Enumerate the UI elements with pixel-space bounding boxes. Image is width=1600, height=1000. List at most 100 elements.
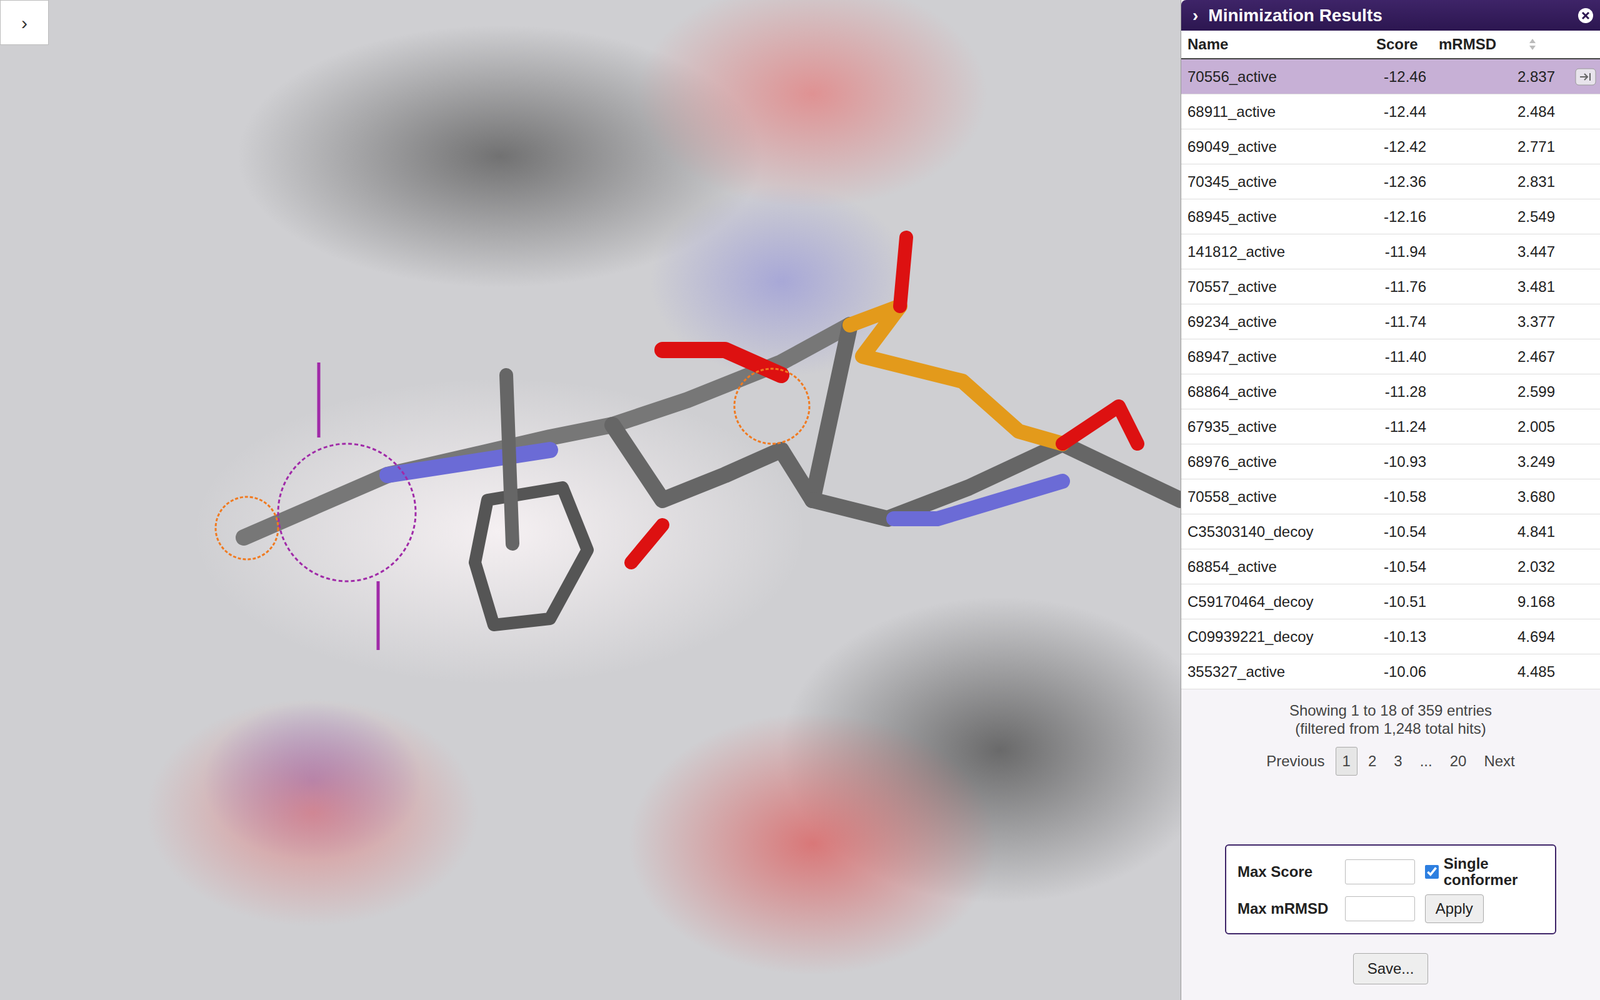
table-row[interactable]: 70556_active-12.462.837 (1181, 59, 1600, 95)
column-header[interactable]: Name (1187, 33, 1333, 56)
name-cell: 68854_active (1187, 555, 1333, 579)
rmsd-cell: 4.485 (1426, 660, 1555, 684)
score-cell: -10.54 (1332, 555, 1427, 579)
column-header[interactable]: mRMSD (1426, 33, 1555, 56)
score-cell: -11.28 (1332, 380, 1427, 404)
single-conformer-option[interactable]: Single conformer (1425, 855, 1544, 889)
score-cell: -10.06 (1332, 660, 1427, 684)
table-row[interactable]: 68911_active-12.442.484 (1181, 94, 1600, 130)
sort-icon[interactable] (1527, 36, 1538, 52)
score-cell: -12.44 (1332, 100, 1427, 124)
score-cell: -10.54 (1332, 520, 1427, 544)
page-button[interactable]: Previous (1259, 746, 1332, 776)
rmsd-cell: 2.005 (1426, 415, 1555, 439)
table-row[interactable]: 67935_active-11.242.005 (1181, 409, 1600, 445)
table-info: Showing 1 to 18 of 359 entries(filtered … (1181, 701, 1600, 739)
table-row[interactable]: 141812_active-11.943.447 (1181, 234, 1600, 270)
score-cell: -11.24 (1332, 415, 1427, 439)
pagination-ellipsis: ... (1413, 746, 1440, 776)
max-rmsd-label: Max mRMSD (1237, 897, 1335, 920)
results-panel: › Minimization Results Name Score mRMSD 70556… (1180, 0, 1600, 1000)
rmsd-cell: 2.837 (1426, 65, 1555, 89)
table-row[interactable]: C35303140_decoy-10.544.841 (1181, 514, 1600, 550)
molecule-viewport[interactable]: › (0, 0, 1181, 1000)
column-label: Score (1376, 33, 1419, 56)
table-row[interactable]: C09939221_decoy-10.134.694 (1181, 619, 1600, 655)
page-button[interactable]: Next (1476, 746, 1522, 776)
table-row[interactable]: 68854_active-10.542.032 (1181, 549, 1600, 585)
save-button[interactable]: Save... (1353, 953, 1429, 985)
rmsd-cell: 4.841 (1426, 520, 1555, 544)
rmsd-cell: 2.032 (1426, 555, 1555, 579)
table-row[interactable]: 355327_active-10.064.485 (1181, 654, 1600, 690)
name-cell: 70556_active (1187, 65, 1333, 89)
rmsd-cell: 2.467 (1426, 345, 1555, 369)
score-cell: -10.58 (1332, 485, 1427, 509)
name-cell: 67935_active (1187, 415, 1333, 439)
table-row[interactable]: 68864_active-11.282.599 (1181, 374, 1600, 410)
score-cell: -11.76 (1332, 275, 1427, 299)
name-cell: C09939221_decoy (1187, 625, 1333, 649)
rmsd-cell: 2.484 (1426, 100, 1555, 124)
table-row[interactable]: 69049_active-12.422.771 (1181, 129, 1600, 165)
name-cell: 70557_active (1187, 275, 1333, 299)
close-icon[interactable] (1577, 7, 1594, 24)
score-cell: -11.40 (1332, 345, 1427, 369)
info-line: Showing 1 to 18 of 359 entries (1181, 701, 1600, 720)
table-row[interactable]: 70557_active-11.763.481 (1181, 269, 1600, 305)
filter-form: Max ScoreSingle conformerMax mRMSDApply (1225, 844, 1557, 935)
name-cell: 70558_active (1187, 485, 1333, 509)
panel-header: › Minimization Results (1181, 0, 1600, 31)
table-row[interactable]: 69234_active-11.743.377 (1181, 304, 1600, 340)
max-score-input[interactable] (1345, 859, 1415, 885)
row-action (1555, 68, 1600, 86)
panel-title: Minimization Results (1208, 2, 1568, 29)
page-button[interactable]: 3 (1386, 746, 1409, 776)
name-cell: 69049_active (1187, 135, 1333, 159)
page-button[interactable]: 20 (1443, 746, 1474, 776)
score-cell: -12.46 (1332, 65, 1427, 89)
table-row[interactable]: 70345_active-12.362.831 (1181, 164, 1600, 200)
score-cell: -12.42 (1332, 135, 1427, 159)
score-cell: -12.36 (1332, 170, 1427, 194)
viewer-toggle-button[interactable]: › (0, 0, 49, 45)
rmsd-cell: 2.549 (1426, 205, 1555, 229)
table-row[interactable]: C59170464_decoy-10.519.168 (1181, 584, 1600, 620)
page-button[interactable]: 2 (1361, 746, 1384, 776)
rmsd-cell: 2.831 (1426, 170, 1555, 194)
table-row[interactable]: 68945_active-12.162.549 (1181, 199, 1600, 235)
name-cell: 70345_active (1187, 170, 1333, 194)
table-row[interactable]: 68947_active-11.402.467 (1181, 339, 1600, 375)
rmsd-cell: 3.680 (1426, 485, 1555, 509)
name-cell: 68864_active (1187, 380, 1333, 404)
score-cell: -10.13 (1332, 625, 1427, 649)
rmsd-cell: 3.377 (1426, 310, 1555, 334)
name-cell: 68911_active (1187, 100, 1333, 124)
name-cell: C59170464_decoy (1187, 590, 1333, 614)
info-line: (filtered from 1,248 total hits) (1181, 720, 1600, 739)
go-to-icon[interactable] (1575, 68, 1597, 86)
name-cell: 355327_active (1187, 660, 1333, 684)
molecule-icon (0, 0, 1181, 1000)
rmsd-cell: 9.168 (1426, 590, 1555, 614)
name-cell: 69234_active (1187, 310, 1333, 334)
rmsd-cell: 4.694 (1426, 625, 1555, 649)
score-cell: -12.16 (1332, 205, 1427, 229)
column-header[interactable]: Score (1332, 33, 1427, 56)
page-button[interactable]: 1 (1335, 746, 1358, 776)
apply-button[interactable]: Apply (1425, 894, 1484, 924)
name-cell: C35303140_decoy (1187, 520, 1333, 544)
score-cell: -11.74 (1332, 310, 1427, 334)
max-rmsd-input[interactable] (1345, 896, 1415, 922)
single-conformer-checkbox[interactable] (1425, 865, 1439, 879)
table-header: Name Score mRMSD (1181, 30, 1600, 60)
table-row[interactable]: 70558_active-10.583.680 (1181, 479, 1600, 515)
pagination: Previous123...20Next (1181, 746, 1600, 776)
name-cell: 68947_active (1187, 345, 1333, 369)
rmsd-cell: 3.447 (1426, 240, 1555, 264)
column-label: Name (1187, 35, 1229, 53)
panel-collapse-button[interactable]: › (1192, 2, 1199, 29)
score-cell: -10.51 (1332, 590, 1427, 614)
table-row[interactable]: 68976_active-10.933.249 (1181, 444, 1600, 480)
score-cell: -10.93 (1332, 450, 1427, 474)
